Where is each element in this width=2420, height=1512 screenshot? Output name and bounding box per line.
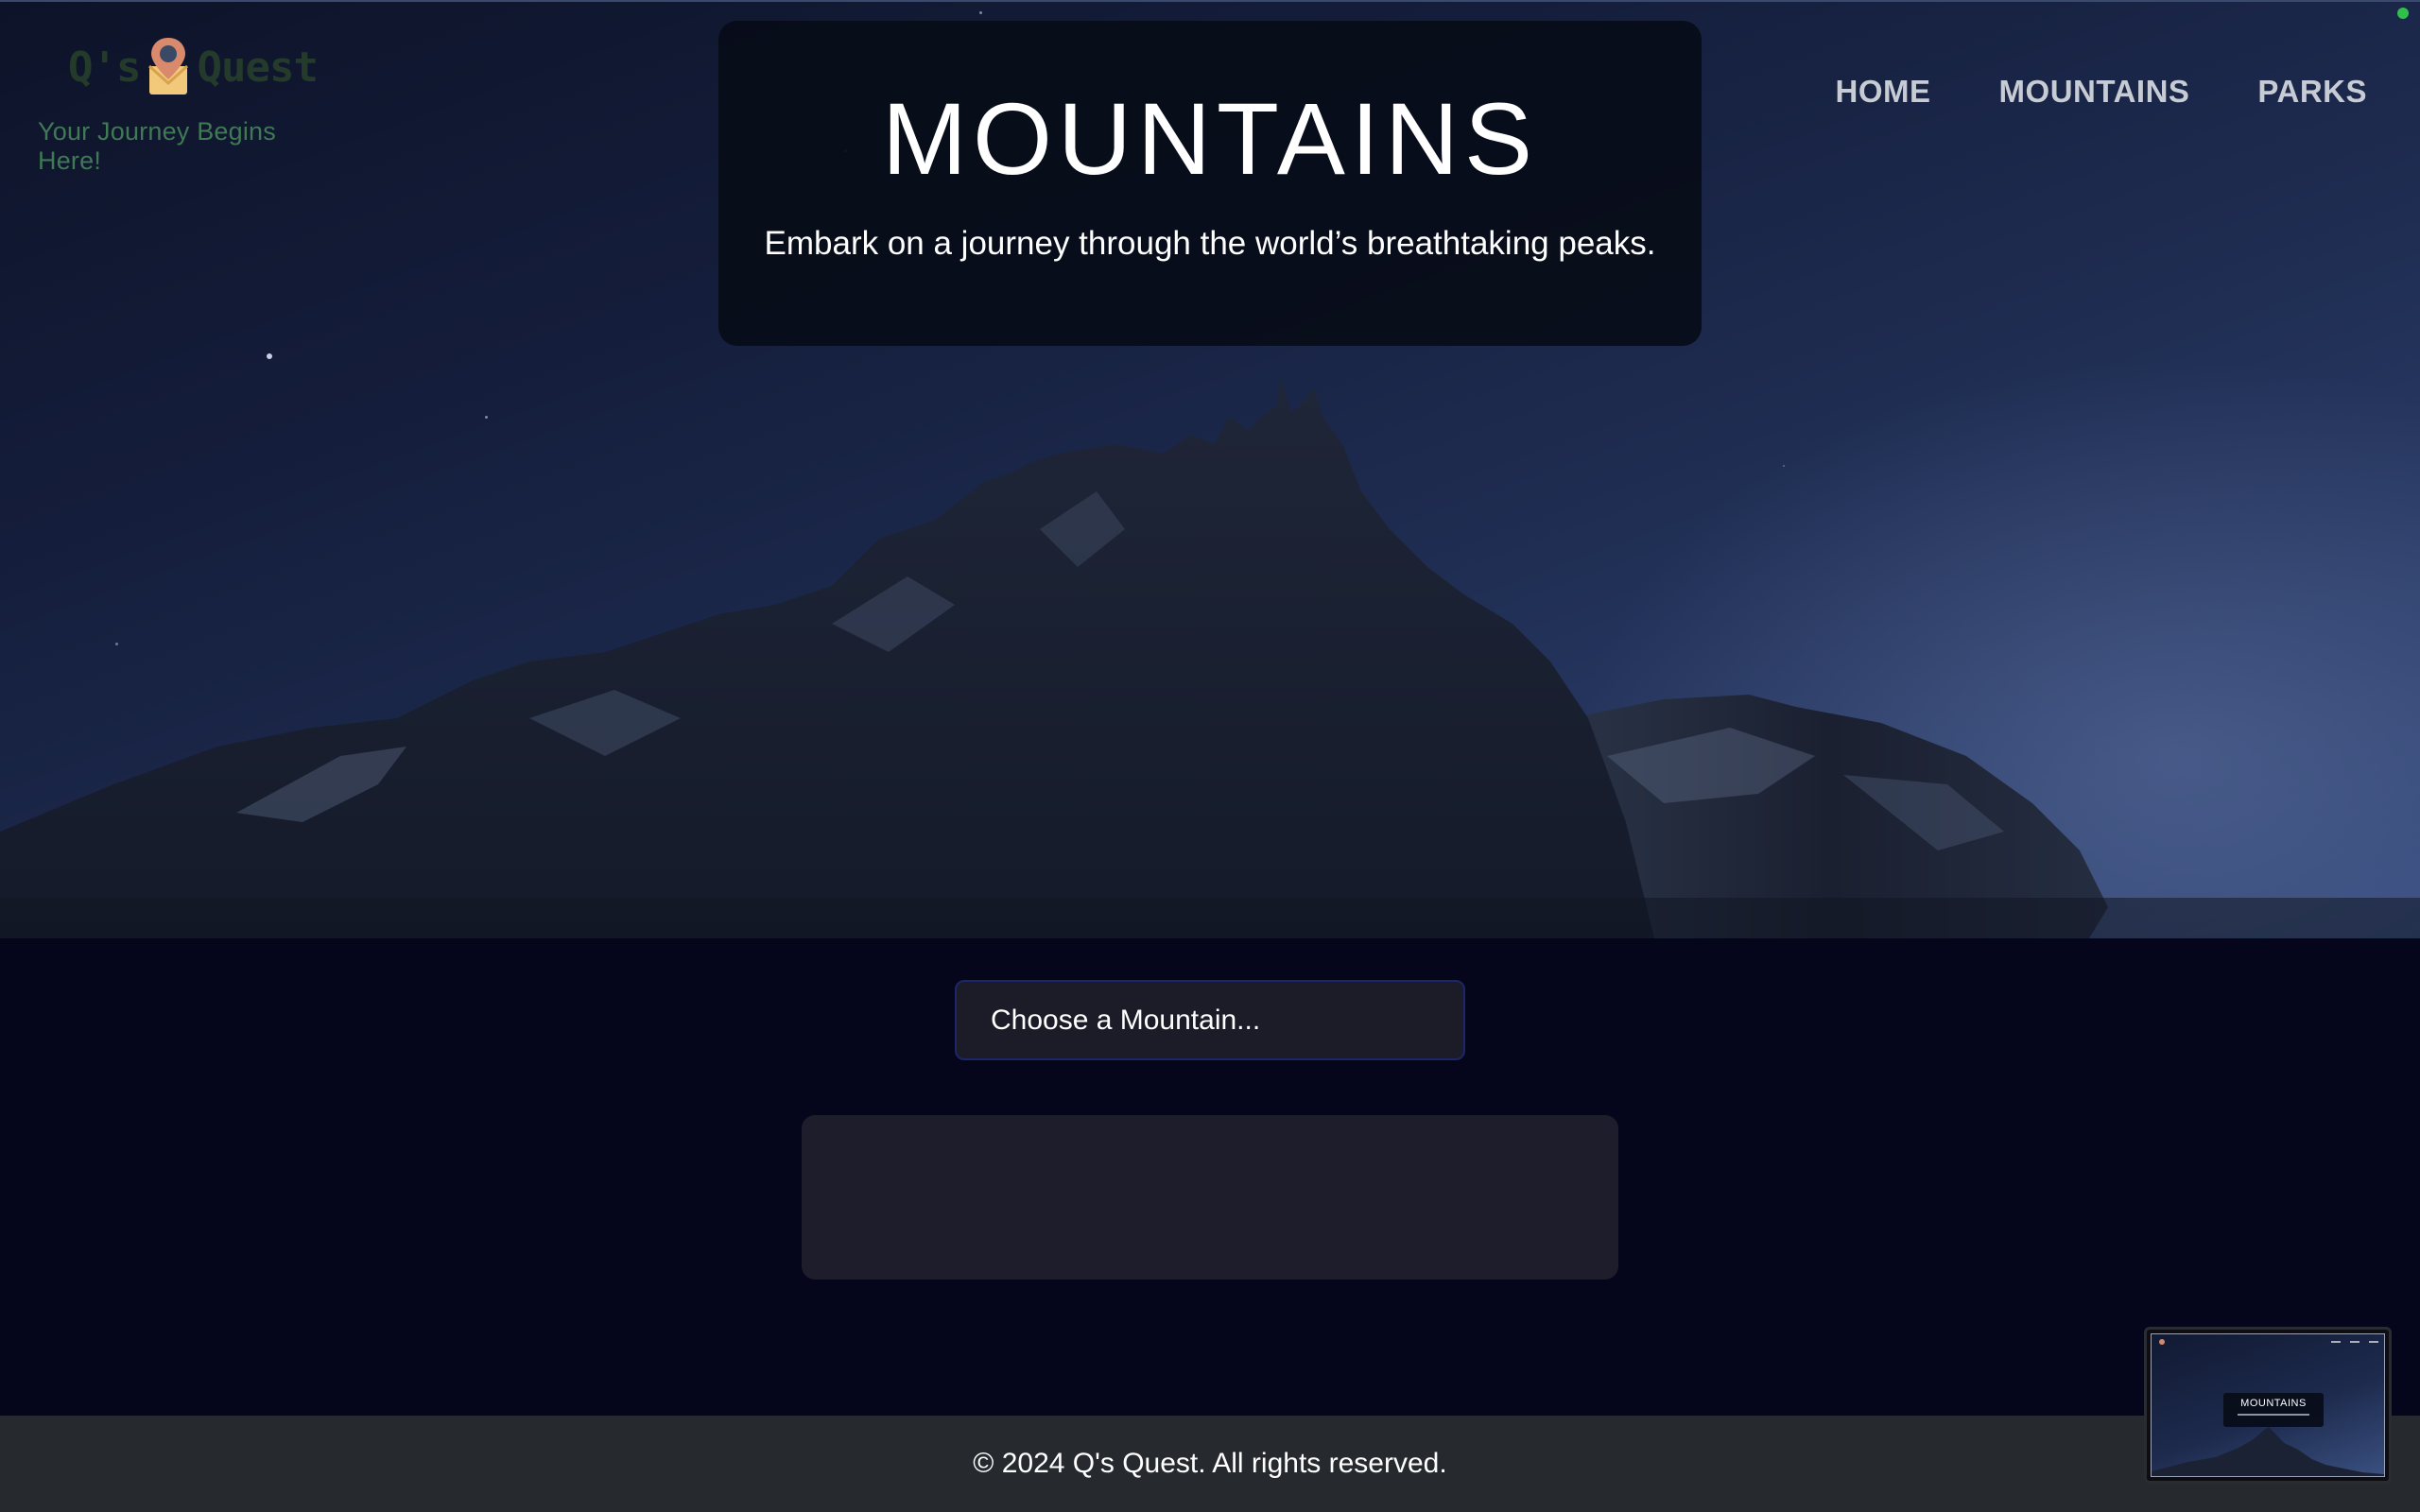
nav-link-parks[interactable]: PARKS: [2257, 74, 2367, 110]
hero-title-card: MOUNTAINS Embark on a journey through th…: [718, 21, 1702, 346]
status-indicator-dot: [2397, 8, 2409, 19]
nav-link-mountains[interactable]: MOUNTAINS: [1999, 74, 2190, 110]
brand-name-right: Quest: [197, 43, 318, 92]
main-nav: HOME MOUNTAINS PARKS: [1836, 74, 2367, 110]
preview-logo-icon: [2159, 1339, 2165, 1345]
brand-logo[interactable]: Q's Quest Your Journey Begins Here!: [38, 34, 340, 176]
preview-title: MOUNTAINS: [2240, 1398, 2307, 1409]
mountain-select[interactable]: Choose a Mountain...: [955, 980, 1465, 1060]
logo-wordmark: Q's Quest: [38, 34, 340, 100]
nav-link-home[interactable]: HOME: [1836, 74, 1931, 110]
mountain-select-value: Choose a Mountain...: [991, 1004, 1261, 1036]
location-pin-icon: [142, 34, 195, 100]
page-title: MOUNTAINS: [882, 81, 1538, 196]
mountain-info-panel: [802, 1115, 1618, 1280]
preview-canvas: MOUNTAINS: [2151, 1333, 2385, 1477]
preview-nav-item: [2350, 1341, 2360, 1343]
preview-subtitle-line: [2238, 1414, 2309, 1416]
brand-tagline: Your Journey Begins Here!: [38, 117, 276, 175]
brand-name-left: Q's: [68, 43, 141, 92]
preview-nav-item: [2369, 1341, 2378, 1343]
preview-mountain-image: [2152, 1427, 2384, 1476]
preview-nav-item: [2331, 1341, 2341, 1343]
preview-nav: [2331, 1341, 2378, 1343]
site-footer: © 2024 Q's Quest. All rights reserved.: [0, 1416, 2420, 1512]
footer-copyright: © 2024 Q's Quest. All rights reserved.: [973, 1448, 1447, 1479]
hero-subtitle: Embark on a journey through the world’s …: [764, 224, 1656, 262]
screenshot-preview-thumbnail[interactable]: MOUNTAINS: [2144, 1327, 2392, 1484]
